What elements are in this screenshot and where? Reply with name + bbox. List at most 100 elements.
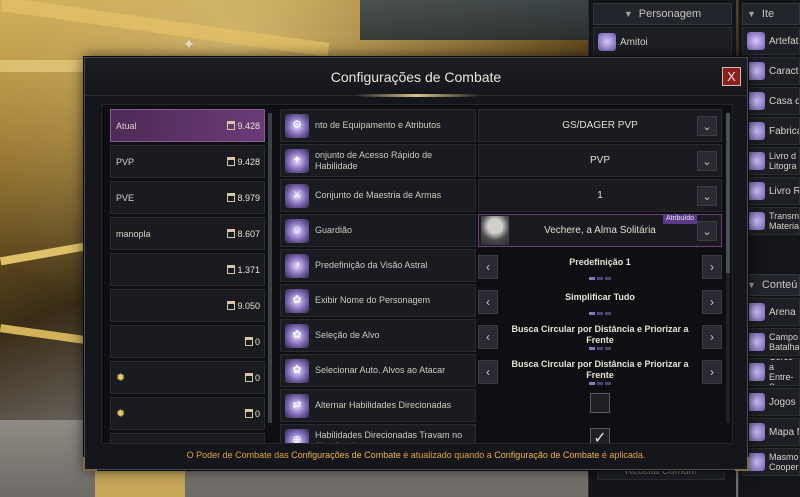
side-item-siege[interactable]: Cerco a Entre-S xyxy=(742,358,800,386)
side-item-litograph[interactable]: Livro d Litogra xyxy=(742,147,800,175)
page-dots xyxy=(478,347,722,350)
page-dot xyxy=(605,312,611,315)
close-button[interactable]: X xyxy=(722,67,741,86)
items-panel-header[interactable]: ▼ Ite xyxy=(742,3,800,25)
combat-power: 8.979 xyxy=(227,193,260,203)
content-panel-header[interactable]: ▼ Conteú xyxy=(742,274,800,296)
side-item-artifact[interactable]: Artefat xyxy=(742,27,800,55)
arrow-right-button[interactable]: › xyxy=(702,255,722,279)
stepper-value: Busca Circular por Distância e Priorizar… xyxy=(511,359,689,380)
combat-power-value: 0 xyxy=(254,336,260,347)
side-item-arena[interactable]: Arena xyxy=(742,298,800,326)
crafting-icon xyxy=(747,122,765,140)
footer-text: é atualizado quando a xyxy=(400,450,495,460)
chevron-down-icon[interactable]: ⌄ xyxy=(697,151,717,171)
title-flourish xyxy=(355,94,479,97)
setting-label: ⊕ Habilidades Direcionadas Travam no Alvo… xyxy=(280,424,476,443)
combat-power-value: 1.371 xyxy=(237,264,260,275)
dropdown-value: 1 xyxy=(597,190,603,201)
setting-dropdown[interactable]: Atribuído Vechere, a Alma Solitária ⌄ xyxy=(478,214,722,247)
assigned-badge: Atribuído xyxy=(662,214,697,224)
background-rail xyxy=(0,242,86,266)
side-item-games[interactable]: Jogos d xyxy=(742,388,800,416)
side-item-amitoi[interactable]: Amitoi xyxy=(593,27,732,57)
combat-power: 1.371 xyxy=(227,265,260,275)
preset-item[interactable]: 1.371 xyxy=(110,253,265,286)
house-icon xyxy=(747,92,765,110)
setting-checkbox[interactable]: ✓ xyxy=(590,428,610,443)
chevron-down-icon[interactable]: ⌄ xyxy=(697,186,717,206)
footer-highlight: Configurações de Combate xyxy=(291,450,401,460)
side-item-book[interactable]: Livro R xyxy=(742,177,800,205)
arrow-right-button[interactable]: › xyxy=(702,360,722,384)
setting-label: ◔ Predefinição da Visão Astral xyxy=(280,249,476,282)
setting-label-text: Selecionar Auto. Alvos ao Atacar xyxy=(315,365,446,375)
setting-label-text: onjunto de Acesso Rápido de Habilidade xyxy=(315,149,433,171)
character-panel-header[interactable]: ▼ Personagem xyxy=(593,3,732,25)
chevron-down-icon[interactable]: ⌄ xyxy=(697,116,717,136)
side-item-label: Arena xyxy=(769,306,796,318)
side-item-map[interactable]: Mapa M xyxy=(742,418,800,446)
setting-stepper: ‹ Busca Circular por Distância e Prioriza… xyxy=(478,354,722,387)
side-item-label: Livro d Litogra xyxy=(769,151,797,171)
side-item-battlefield[interactable]: Campo Batalha xyxy=(742,328,800,356)
side-item-label: Jogos d xyxy=(769,396,799,408)
arrow-left-button[interactable]: ‹ xyxy=(478,325,498,349)
preset-list-scrollbar[interactable] xyxy=(268,113,272,423)
items-panel-title: Ite xyxy=(761,8,775,20)
settings-list-scrollbar[interactable] xyxy=(726,113,730,423)
preset-item[interactable]: PVP 9.428 xyxy=(110,145,265,178)
side-item-crafting[interactable]: Fabrica xyxy=(742,117,800,145)
setting-dropdown[interactable]: GS/DAGER PVP ⌄ xyxy=(478,109,722,142)
page-dot xyxy=(597,382,603,385)
setting-label: ⇄ Alternar Habilidades Direcionadas xyxy=(280,389,476,422)
preset-item[interactable]: ✹0 xyxy=(110,433,265,443)
setting-dropdown[interactable]: 1 ⌄ xyxy=(478,179,722,212)
transmute-icon xyxy=(747,212,765,230)
arrow-right-button[interactable]: › xyxy=(702,325,722,349)
page-dot xyxy=(605,277,611,280)
stepper-value: Busca Circular por Distância e Priorizar… xyxy=(511,324,689,345)
scrollbar-thumb[interactable] xyxy=(268,113,272,423)
setting-row: ⚔ Conjunto de Maestria de Armas 1 ⌄ xyxy=(280,179,722,212)
combat-power-icon xyxy=(227,229,236,238)
setting-row: ☺ Guardião Atribuído Vechere, a Alma Solitá… xyxy=(280,214,722,247)
setting-row: ◔ Predefinição da Visão Astral ‹ Predefiniç… xyxy=(280,249,722,282)
preset-item[interactable]: PVE 8.979 xyxy=(110,181,265,214)
preset-item[interactable]: 0 xyxy=(110,325,265,358)
background-beam xyxy=(0,0,330,57)
target-selection-icon: ✿ xyxy=(285,323,309,348)
page-dots xyxy=(478,277,722,280)
setting-label-text: Exibir Nome do Personagem xyxy=(315,295,431,305)
arrow-left-button[interactable]: ‹ xyxy=(478,255,498,279)
setting-checkbox[interactable] xyxy=(590,393,610,413)
toggle-skills-icon: ⇄ xyxy=(285,393,309,418)
side-item-label: Masmo Cooper xyxy=(769,452,799,472)
preset-item[interactable]: Atual 9.428 xyxy=(110,109,265,142)
background-beam xyxy=(0,60,90,72)
preset-item[interactable]: manopla 8.607 xyxy=(110,217,265,250)
setting-label: ☺ Guardião xyxy=(280,214,476,247)
scrollbar-thumb[interactable] xyxy=(726,113,730,273)
setting-row: ⚙ nto de Equipamento e Atributos GS/DAGER … xyxy=(280,109,722,142)
side-item-transmute[interactable]: Transm Materia xyxy=(742,207,800,235)
side-item-label: Transm Materia xyxy=(769,211,800,231)
preset-item[interactable]: 9.050 xyxy=(110,289,265,322)
games-icon xyxy=(747,393,765,411)
arrow-left-button[interactable]: ‹ xyxy=(478,360,498,384)
chevron-down-icon[interactable]: ⌄ xyxy=(697,221,717,241)
page-dot xyxy=(597,277,603,280)
side-item-label: Caracte xyxy=(769,65,799,77)
arrow-right-button[interactable]: › xyxy=(702,290,722,314)
preset-item[interactable]: ✹0 xyxy=(110,397,265,430)
side-item-character[interactable]: Caracte xyxy=(742,57,800,85)
content-panel-title: Conteú xyxy=(761,279,798,291)
armor-icon: ⚙ xyxy=(285,113,309,138)
side-item-dungeon[interactable]: Masmo Cooper xyxy=(742,448,800,476)
preset-item[interactable]: ✹0 xyxy=(110,361,265,394)
setting-row: ⇄ Alternar Habilidades Direcionadas xyxy=(280,389,722,422)
book-icon xyxy=(747,152,765,170)
arrow-left-button[interactable]: ‹ xyxy=(478,290,498,314)
setting-dropdown[interactable]: PVP ⌄ xyxy=(478,144,722,177)
side-item-house[interactable]: Casa de xyxy=(742,87,800,115)
